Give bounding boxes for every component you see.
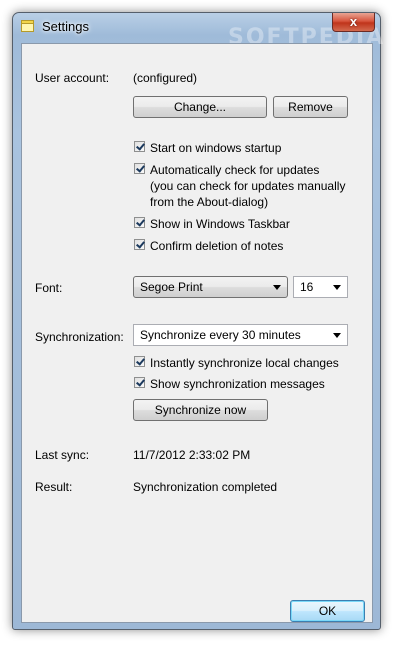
last-sync-label: Last sync:	[35, 448, 90, 462]
checkbox-checked-icon	[134, 239, 145, 250]
check-updates-checkbox[interactable]: Automatically check for updates	[134, 162, 349, 178]
instant-sync-checkbox[interactable]: Instantly synchronize local changes	[134, 355, 349, 371]
updates-note-line-2: from the About-dialog)	[150, 195, 269, 209]
checkbox-label: Confirm deletion of notes	[150, 239, 284, 253]
sync-interval-select[interactable]: Synchronize every 30 minutes	[133, 324, 348, 346]
checkbox-checked-icon	[134, 356, 145, 367]
notes-app-icon	[21, 20, 34, 32]
window-title: Settings	[42, 19, 89, 34]
user-account-label: User account:	[35, 71, 110, 85]
sync-messages-checkbox[interactable]: Show synchronization messages	[134, 376, 349, 392]
start-on-startup-checkbox[interactable]: Start on windows startup	[134, 140, 334, 156]
checkbox-label: Automatically check for updates	[150, 163, 320, 177]
synchronize-now-button[interactable]: Synchronize now	[133, 399, 268, 421]
last-sync-value: 11/7/2012 2:33:02 PM	[133, 448, 251, 462]
checkbox-checked-icon	[134, 163, 145, 174]
font-family-select[interactable]: Segoe Print	[133, 276, 288, 298]
title-bar[interactable]: Settings SOFTPEDIA x	[13, 13, 383, 50]
show-in-taskbar-checkbox[interactable]: Show in Windows Taskbar	[134, 216, 334, 232]
user-account-value: (configured)	[133, 71, 198, 85]
result-label: Result:	[35, 480, 73, 494]
settings-panel: User account: (configured) Change... Rem…	[21, 43, 373, 623]
chevron-down-icon	[333, 333, 341, 338]
checkbox-checked-icon	[134, 141, 145, 152]
font-size-select[interactable]: 16	[293, 276, 348, 298]
close-button[interactable]: x	[332, 13, 375, 32]
result-value: Synchronization completed	[133, 480, 278, 494]
checkbox-label: Show synchronization messages	[150, 377, 325, 391]
settings-window: Settings SOFTPEDIA x User account: (conf…	[12, 12, 383, 630]
checkbox-label: Show in Windows Taskbar	[150, 217, 290, 231]
sync-interval-value: Synchronize every 30 minutes	[140, 328, 301, 342]
font-label: Font:	[35, 281, 63, 295]
close-icon: x	[349, 14, 358, 29]
updates-note-line-1: (you can check for updates manually	[150, 179, 346, 193]
change-account-button[interactable]: Change...	[133, 96, 267, 118]
checkbox-label: Start on windows startup	[150, 141, 282, 155]
font-size-value: 16	[300, 280, 314, 294]
chevron-down-icon	[333, 285, 341, 290]
confirm-deletion-checkbox[interactable]: Confirm deletion of notes	[134, 238, 334, 254]
chevron-down-icon	[273, 285, 281, 290]
remove-account-button[interactable]: Remove	[273, 96, 348, 118]
synchronization-label: Synchronization:	[35, 330, 124, 344]
font-family-value: Segoe Print	[140, 280, 203, 294]
ok-button[interactable]: OK	[290, 600, 365, 622]
checkbox-checked-icon	[134, 217, 145, 228]
checkbox-checked-icon	[134, 377, 145, 388]
checkbox-label: Instantly synchronize local changes	[150, 356, 339, 370]
